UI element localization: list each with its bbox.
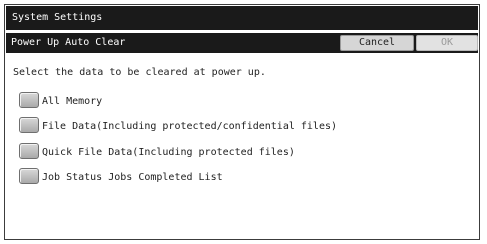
checkbox[interactable] [19, 117, 39, 133]
page-title: Power Up Auto Clear [11, 37, 126, 48]
instruction-text: Select the data to be cleared at power u… [13, 67, 266, 78]
ok-button[interactable]: OK [416, 35, 478, 51]
checkbox[interactable] [19, 92, 39, 108]
settings-window: System Settings Power Up Auto Clear Canc… [4, 4, 480, 240]
cancel-button[interactable]: Cancel [340, 35, 414, 51]
option-label: File Data(Including protected/confidenti… [42, 121, 338, 132]
option-label: Quick File Data(Including protected file… [42, 147, 295, 158]
window-title: System Settings [6, 6, 478, 30]
checkbox[interactable] [19, 168, 39, 184]
checkbox[interactable] [19, 143, 39, 159]
option-label: Job Status Jobs Completed List [42, 172, 223, 183]
header-bar: Power Up Auto Clear Cancel OK [6, 33, 478, 53]
option-label: All Memory [42, 96, 103, 107]
